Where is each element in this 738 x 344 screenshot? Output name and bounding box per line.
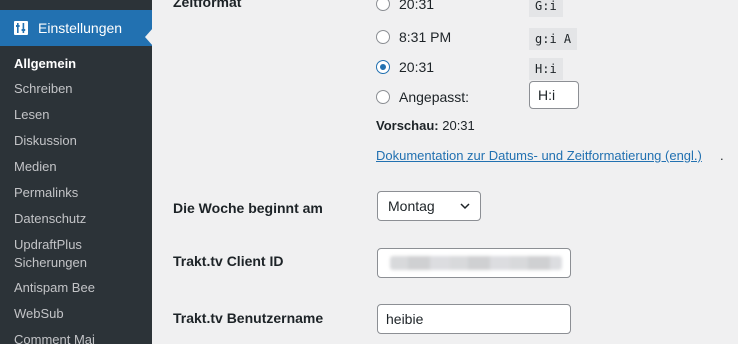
menu-label-settings: Einstellungen [38,20,123,36]
trakt-client-id-input[interactable] [377,248,571,278]
menu-item-settings[interactable]: Einstellungen [0,10,152,46]
option-text: 8:31 PM [399,29,452,45]
doc-link-period: . [720,148,724,163]
week-start-selected: Montag [388,198,435,214]
time-format-option-2[interactable]: 8:31 PM [376,29,451,45]
admin-sidebar: Einstellungen Allgemein Schreiben Lesen … [0,0,152,344]
trakt-username-label: Trakt.tv Benutzername [173,310,324,326]
date-format-docs-link[interactable]: Dokumentation zur Datums- und Zeitformat… [376,148,702,163]
sidebar-item-comment-mail[interactable]: Comment Mai [14,331,95,344]
format-code: H:i [529,58,563,80]
chevron-down-icon [460,203,470,210]
trakt-username-input[interactable]: heibie [377,304,571,334]
time-format-option-custom[interactable]: Angepasst: [376,89,469,105]
radio-button[interactable] [376,0,390,11]
radio-button[interactable] [376,90,390,104]
radio-button[interactable] [376,30,390,44]
sidebar-item-medien[interactable]: Medien [14,158,57,176]
preview-value: 20:31 [442,118,475,133]
time-preview: Vorschau: 20:31 [376,118,475,133]
trakt-username-value: heibie [386,311,424,327]
custom-time-format-input[interactable]: H:i [529,81,579,109]
option-text: Angepasst: [399,89,470,105]
sidebar-item-datenschutz[interactable]: Datenschutz [14,210,86,228]
radio-button-checked[interactable] [376,60,390,74]
settings-form: Zeitformat 20:31 G:i 8:31 PM g:i A 20:31… [152,0,738,344]
format-code: g:i A [529,28,578,50]
preview-label: Vorschau: [376,118,439,133]
current-menu-arrow [145,28,152,46]
trakt-client-id-label: Trakt.tv Client ID [173,253,284,269]
sidebar-item-schreiben[interactable]: Schreiben [14,80,73,98]
sidebar-item-websub[interactable]: WebSub [14,305,64,323]
format-code: G:i [529,0,563,17]
sidebar-item-diskussion[interactable]: Diskussion [14,132,77,150]
sidebar-item-updraftplus[interactable]: UpdraftPlus Sicherungen [14,236,87,272]
sidebar-item-antispam-bee[interactable]: Antispam Bee [14,279,95,297]
week-start-label: Die Woche beginnt am [173,200,323,216]
option-text: 20:31 [399,59,435,75]
week-start-select[interactable]: Montag [377,191,481,221]
time-format-option-3[interactable]: 20:31 [376,59,434,75]
sidebar-item-allgemein[interactable]: Allgemein [14,55,76,73]
redacted-value [390,256,562,270]
time-format-option-1[interactable]: 20:31 [376,0,434,12]
option-text: 20:31 [399,0,435,12]
sidebar-item-permalinks[interactable]: Permalinks [14,184,78,202]
settings-icon [14,21,28,35]
time-format-label: Zeitformat [173,0,242,10]
sidebar-item-lesen[interactable]: Lesen [14,106,49,124]
